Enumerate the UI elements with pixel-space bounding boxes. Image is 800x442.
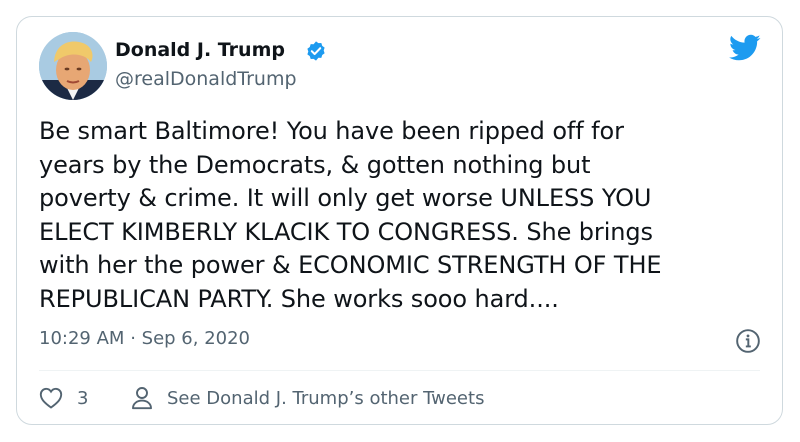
tweet-card: Donald J. Trump @realDonaldTrump Be smar… [16, 16, 783, 425]
tweet-text: Be smart Baltimore! You have been ripped… [39, 117, 662, 313]
like-button[interactable]: 3 [39, 385, 88, 411]
divider [39, 370, 760, 371]
see-other-tweets-link[interactable]: See Donald J. Trump’s other Tweets [131, 385, 484, 411]
author-name[interactable]: Donald J. Trump [115, 39, 285, 61]
like-count: 3 [77, 387, 89, 409]
tweet-time: 10:29 AM [39, 328, 125, 349]
person-icon [132, 387, 152, 410]
verified-badge-icon [307, 41, 325, 61]
heart-icon [39, 387, 63, 409]
tweet-timestamp[interactable]: 10:29 AM · Sep 6, 2020 [39, 328, 250, 349]
avatar-photo [39, 32, 107, 100]
see-other-tweets-label: See Donald J. Trump’s other Tweets [167, 387, 485, 409]
author-handle[interactable]: @realDonaldTrump [115, 68, 297, 90]
twitter-bird-icon[interactable] [729, 34, 761, 62]
meta-separator: · [130, 328, 136, 349]
tweet-date: Sep 6, 2020 [141, 328, 251, 349]
info-icon[interactable] [735, 328, 761, 354]
avatar[interactable] [39, 32, 107, 100]
